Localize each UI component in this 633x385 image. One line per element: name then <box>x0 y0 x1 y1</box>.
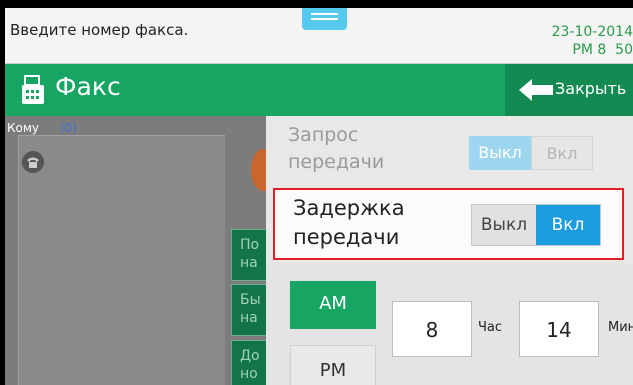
send-request-toggle[interactable]: Выкл Вкл <box>469 136 593 170</box>
send-request-label: Запрос передачи <box>288 122 384 176</box>
fax-icon <box>22 75 44 104</box>
am-button[interactable]: AM <box>290 281 376 329</box>
send-request-off-option[interactable]: Выкл <box>469 136 531 170</box>
send-request-on-option[interactable]: Вкл <box>531 136 593 170</box>
send-request-label-line1: Запрос <box>288 124 359 146</box>
close-button-label: Закрыть <box>555 79 627 98</box>
app-header: Факс Закрыть <box>5 64 633 116</box>
send-delay-on-option[interactable]: Вкл <box>536 205 600 245</box>
delay-time-settings: AM PM 8 Час 14 Мин. <box>266 263 633 385</box>
arrow-left-icon <box>519 79 553 101</box>
send-delay-toggle[interactable]: Выкл Вкл <box>471 204 601 246</box>
transmission-settings-panel: Запрос передачи Выкл Вкл Задержка переда… <box>266 116 633 385</box>
minute-unit-label: Мин. <box>608 320 633 335</box>
recipient-count: (0) <box>60 121 77 135</box>
status-bar: Введите номер факса. 23-10-2014 PM 8 50 <box>5 8 633 64</box>
pm-button[interactable]: PM <box>290 345 376 385</box>
send-delay-label-line1: Задержка <box>293 196 405 220</box>
page-title: Факс <box>55 72 121 101</box>
send-delay-label-line2: передачи <box>293 225 400 249</box>
send-delay-off-option[interactable]: Выкл <box>472 205 536 245</box>
phone-icon[interactable] <box>22 151 44 173</box>
send-request-label-line2: передачи <box>288 151 385 173</box>
minute-input[interactable]: 14 <box>519 301 599 357</box>
recipient-list[interactable] <box>18 135 225 385</box>
status-datetime: 23-10-2014 PM 8 50 <box>552 23 633 59</box>
send-delay-label: Задержка передачи <box>293 194 405 252</box>
hour-unit-label: Час <box>478 320 503 335</box>
recipient-label: Кому <box>7 121 40 135</box>
hour-input[interactable]: 8 <box>392 301 472 357</box>
close-button[interactable]: Закрыть <box>505 64 633 116</box>
status-date: 23-10-2014 <box>551 24 633 40</box>
send-delay-row: Задержка передачи Выкл Вкл <box>273 188 624 260</box>
pull-down-handle[interactable] <box>302 8 347 30</box>
fax-screen: Введите номер факса. 23-10-2014 PM 8 50 … <box>5 8 633 385</box>
status-message: Введите номер факса. <box>10 21 189 39</box>
status-time: PM 8 50 <box>572 42 633 58</box>
